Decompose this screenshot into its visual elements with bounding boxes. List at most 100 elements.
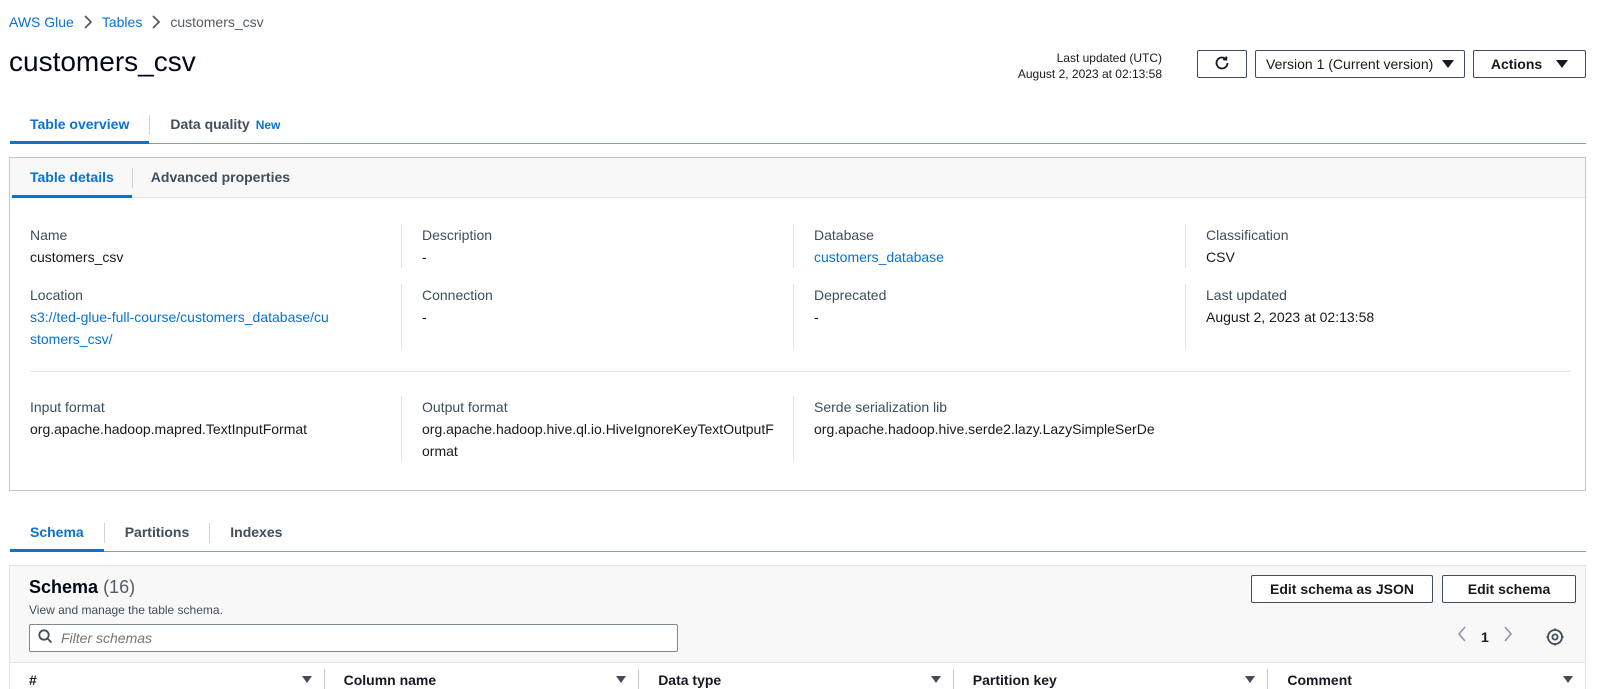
section-divider	[30, 371, 1571, 372]
sort-caret-icon	[301, 676, 312, 683]
field-input-format: Input format org.apache.hadoop.mapred.Te…	[10, 396, 402, 462]
tab-data-quality[interactable]: Data quality New	[150, 108, 300, 143]
top-tabs: Table overview Data quality New	[10, 108, 1586, 144]
column-header-comment[interactable]: Comment	[1268, 669, 1585, 689]
field-value: org.apache.hadoop.hive.serde2.lazy.LazyS…	[814, 421, 1155, 437]
tab-label: Partitions	[124, 524, 190, 540]
edit-schema-json-button[interactable]: Edit schema as JSON	[1251, 575, 1433, 603]
version-select-label: Version 1 (Current version)	[1266, 56, 1434, 72]
field-label: Description	[422, 227, 493, 243]
field-value: -	[422, 309, 427, 325]
new-badge: New	[255, 118, 281, 132]
tab-indexes[interactable]: Indexes	[210, 516, 302, 551]
column-header-label: Partition key	[972, 671, 1057, 688]
schema-title: Schema	[29, 577, 99, 597]
column-header-label: #	[29, 671, 37, 688]
column-header-label: Comment	[1287, 671, 1352, 688]
field-classification: Classification CSV	[1186, 224, 1578, 268]
column-header-number[interactable]: #	[10, 669, 325, 689]
schema-count: (16)	[103, 577, 136, 597]
tab-table-overview[interactable]: Table overview	[10, 108, 150, 144]
database-link[interactable]: customers_database	[814, 249, 944, 265]
schema-description: View and manage the table schema.	[29, 603, 223, 617]
caret-down-icon	[1556, 60, 1569, 68]
edit-schema-button[interactable]: Edit schema	[1442, 575, 1576, 603]
tab-label: Data quality	[170, 116, 250, 132]
refresh-button[interactable]	[1197, 50, 1247, 78]
sort-caret-icon	[930, 676, 941, 683]
column-header-column-name[interactable]: Column name	[325, 669, 640, 689]
field-label: Classification	[1206, 227, 1289, 243]
details-row: Location s3://ted-glue-full-course/custo…	[10, 284, 1585, 350]
breadcrumb-current: customers_csv	[170, 14, 264, 30]
refresh-icon	[1213, 54, 1231, 75]
field-deprecated: Deprecated -	[794, 284, 1186, 350]
column-header-label: Data type	[658, 671, 722, 688]
last-updated-label: Last updated (UTC)	[1056, 51, 1162, 65]
settings-gear-icon[interactable]	[1544, 626, 1566, 648]
field-label: Location	[30, 287, 83, 303]
breadcrumb-aws-glue[interactable]: AWS Glue	[9, 14, 74, 30]
chevron-right-icon[interactable]	[1503, 626, 1513, 647]
field-label: Input format	[30, 399, 105, 415]
field-label: Deprecated	[814, 287, 887, 303]
column-header-label: Column name	[343, 671, 437, 688]
current-page[interactable]: 1	[1481, 629, 1489, 645]
last-updated-value: August 2, 2023 at 02:13:58	[1017, 67, 1162, 81]
sort-caret-icon	[1562, 676, 1573, 683]
field-label: Output format	[422, 399, 508, 415]
table-details-card: Table details Advanced properties Name c…	[9, 157, 1586, 491]
field-value: org.apache.hadoop.hive.ql.io.HiveIgnoreK…	[422, 421, 774, 459]
tab-label: Advanced properties	[150, 169, 291, 185]
details-row: Name customers_csv Description - Databas…	[10, 224, 1585, 268]
chevron-left-icon[interactable]	[1457, 626, 1467, 647]
field-serde: Serde serialization lib org.apache.hadoo…	[794, 396, 1354, 462]
sort-caret-icon	[1245, 676, 1256, 683]
tab-advanced-properties[interactable]: Advanced properties	[133, 158, 308, 197]
field-label: Database	[814, 227, 874, 243]
field-value: org.apache.hadoop.mapred.TextInputFormat	[30, 421, 308, 437]
field-database: Database customers_database	[794, 224, 1186, 268]
schema-tabs: Schema Partitions Indexes	[10, 516, 1586, 552]
chevron-right-icon	[74, 15, 102, 29]
tab-label: Schema	[30, 524, 84, 540]
field-location: Location s3://ted-glue-full-course/custo…	[10, 284, 402, 350]
tab-table-details[interactable]: Table details	[12, 158, 132, 198]
sort-caret-icon	[616, 676, 627, 683]
column-header-partition-key[interactable]: Partition key	[954, 669, 1269, 689]
field-output-format: Output format org.apache.hadoop.hive.ql.…	[402, 396, 794, 462]
breadcrumb-tables[interactable]: Tables	[102, 14, 142, 30]
tab-label: Indexes	[230, 524, 283, 540]
field-description: Description -	[402, 224, 794, 268]
field-value: August 2, 2023 at 02:13:58	[1206, 309, 1375, 325]
tab-schema[interactable]: Schema	[10, 516, 104, 552]
tab-label: Table details	[30, 169, 114, 185]
actions-label: Actions	[1490, 56, 1543, 72]
field-label: Last updated	[1206, 287, 1287, 303]
page-title: customers_csv	[9, 46, 196, 77]
field-label: Connection	[422, 287, 493, 303]
pagination: 1	[1457, 626, 1513, 647]
tab-partitions[interactable]: Partitions	[105, 516, 210, 551]
details-row: Input format org.apache.hadoop.mapred.Te…	[10, 396, 1585, 462]
field-name: Name customers_csv	[10, 224, 402, 268]
column-header-data-type[interactable]: Data type	[639, 669, 954, 689]
caret-down-icon	[1442, 60, 1454, 68]
field-value: CSV	[1206, 249, 1235, 265]
filter-schemas-input[interactable]	[61, 630, 661, 646]
filter-schemas-field	[29, 624, 678, 652]
search-icon	[38, 629, 53, 647]
schema-panel: Schema (16) View and manage the table sc…	[9, 565, 1586, 689]
field-value: customers_csv	[30, 249, 124, 265]
tab-label: Table overview	[30, 116, 130, 132]
location-link[interactable]: s3://ted-glue-full-course/customers_data…	[30, 306, 330, 350]
schema-table-header: # Column name Data type Partition key Co…	[10, 662, 1585, 689]
breadcrumb: AWS Glue Tables customers_csv	[9, 14, 264, 30]
version-select[interactable]: Version 1 (Current version)	[1255, 50, 1465, 78]
actions-button[interactable]: Actions	[1473, 50, 1586, 78]
field-value: -	[814, 309, 819, 325]
field-value: -	[422, 249, 427, 265]
schema-heading: Schema (16)	[29, 577, 135, 598]
chevron-right-icon	[142, 15, 170, 29]
last-updated-info: Last updated (UTC) August 2, 2023 at 02:…	[1018, 50, 1162, 82]
